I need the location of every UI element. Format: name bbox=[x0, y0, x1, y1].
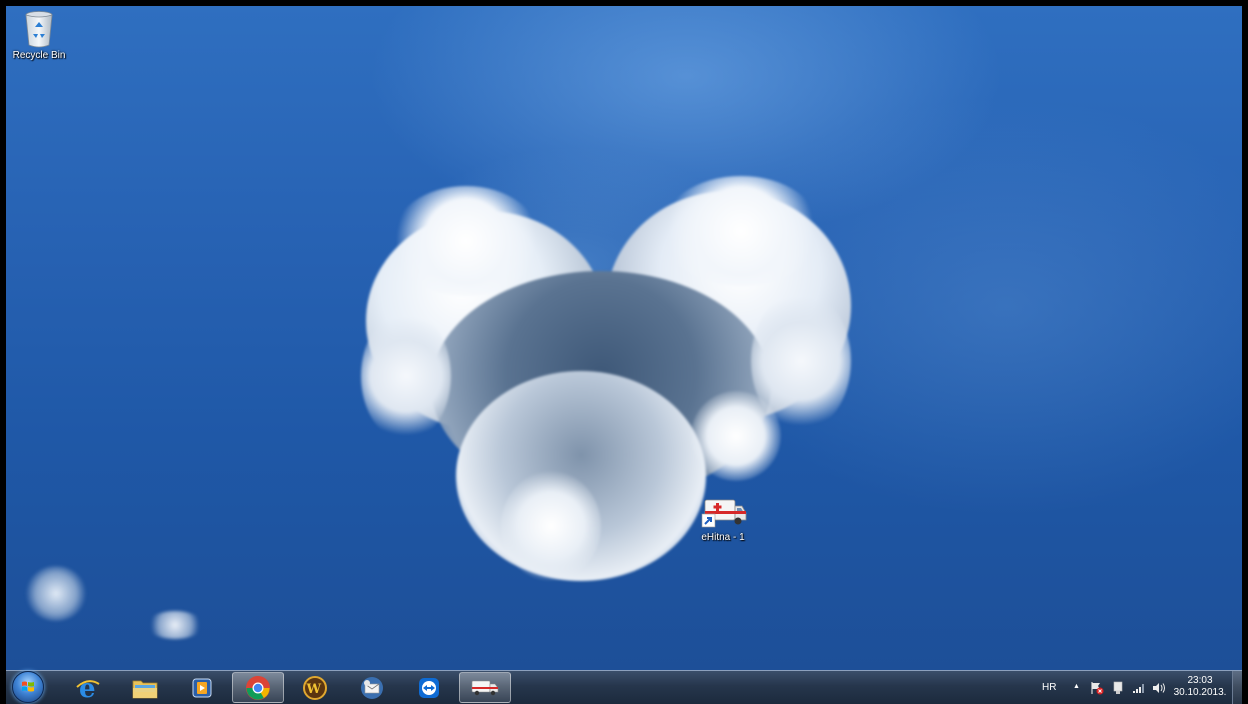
ambulance-icon bbox=[471, 680, 499, 695]
small-cloud bbox=[26, 556, 96, 631]
taskbar-world-of-warcraft[interactable]: W bbox=[289, 672, 341, 703]
chrome-icon bbox=[246, 675, 270, 700]
folder-icon bbox=[132, 680, 158, 698]
svg-text:e: e bbox=[79, 675, 96, 701]
action-center-flag-icon[interactable] bbox=[1090, 681, 1104, 695]
media-player-icon bbox=[192, 678, 212, 697]
taskbar-windows-explorer[interactable] bbox=[119, 672, 171, 703]
heart-cloud-image bbox=[361, 171, 856, 581]
safely-remove-hardware-icon[interactable] bbox=[1112, 681, 1124, 695]
screen: Recycle Bin eHitna - 1 e W HR ▲ 23:03 30… bbox=[0, 0, 1248, 704]
taskbar-mail-client[interactable] bbox=[346, 672, 398, 703]
ehitna-shortcut[interactable]: eHitna - 1 bbox=[684, 496, 762, 544]
system-tray: HR ▲ 23:03 30.10.2013. bbox=[1032, 671, 1242, 704]
svg-text:W: W bbox=[306, 682, 322, 697]
ehitna-label: eHitna - 1 bbox=[701, 532, 745, 543]
recycle-bin-label: Recycle Bin bbox=[12, 50, 66, 61]
network-signal-icon[interactable] bbox=[1132, 682, 1146, 694]
show-hidden-icons-button[interactable]: ▲ bbox=[1073, 683, 1080, 690]
taskbar: e W HR ▲ 23:03 30.10.2013. bbox=[6, 670, 1242, 704]
teamviewer-icon bbox=[419, 677, 439, 698]
mail-client-icon bbox=[361, 676, 383, 699]
internet-explorer-icon: e bbox=[76, 675, 100, 701]
clock-time: 23:03 bbox=[1187, 675, 1213, 686]
clock-date: 30.10.2013. bbox=[1173, 687, 1227, 698]
clock[interactable]: 23:03 30.10.2013. bbox=[1172, 675, 1228, 699]
desktop-wallpaper[interactable]: Recycle Bin eHitna - 1 bbox=[6, 6, 1242, 670]
recycle-bin-desktop-icon[interactable]: Recycle Bin bbox=[0, 10, 78, 62]
taskbar-media-player[interactable] bbox=[176, 672, 228, 703]
start-button[interactable] bbox=[12, 671, 44, 703]
wow-icon: W bbox=[303, 675, 327, 700]
volume-icon[interactable] bbox=[1152, 682, 1166, 694]
taskbar-ehitna[interactable] bbox=[459, 672, 511, 703]
taskbar-teamviewer[interactable] bbox=[403, 672, 455, 703]
show-desktop-button[interactable] bbox=[1232, 671, 1242, 704]
windows-logo-icon bbox=[22, 681, 34, 692]
ambulance-shortcut-icon bbox=[701, 499, 747, 528]
taskbar-google-chrome[interactable] bbox=[232, 672, 284, 703]
small-cloud bbox=[146, 611, 206, 641]
language-indicator[interactable]: HR bbox=[1042, 682, 1056, 693]
recycle-bin-icon bbox=[25, 11, 53, 48]
taskbar-internet-explorer[interactable]: e bbox=[62, 672, 114, 703]
